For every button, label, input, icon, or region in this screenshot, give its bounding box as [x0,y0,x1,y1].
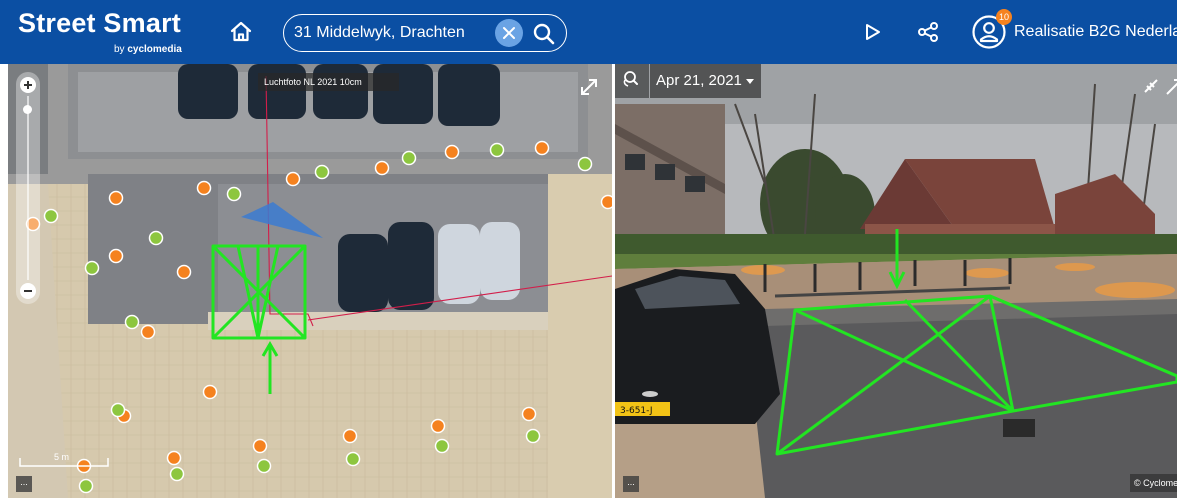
logo-title: Street Smart [18,8,181,38]
address-search [283,14,567,52]
license-plate-text: 3-651-J [620,406,653,416]
panorama-toolbar: Apr 21, 2021 [615,64,761,98]
clear-search-button[interactable] [495,19,523,47]
copyright-label: © Cyclomedia [1130,474,1177,492]
aerial-map-image [8,64,612,498]
panorama-image: 3-651-J [615,64,1177,498]
home-button[interactable] [228,19,254,45]
map-scale-bar: 5 m [18,452,110,472]
street-smart-logo[interactable]: Street Smart by cyclomedia [18,6,188,58]
nearby-search-button[interactable] [615,64,649,98]
notification-badge: 10 [996,9,1012,25]
recording-date: Apr 21, 2021 [656,72,742,89]
zoom-out-button[interactable] [20,283,36,299]
share-button[interactable] [916,20,940,44]
address-search-input[interactable] [294,21,484,45]
search-icon [533,23,555,45]
play-button[interactable] [860,20,884,44]
plus-icon [24,81,32,89]
logo-subtitle: by cyclomedia [114,44,182,55]
expand-icon [581,79,597,95]
map-more-button[interactable]: ... [16,476,32,492]
play-icon [866,24,880,40]
expand-icon [1166,79,1177,95]
zoom-track [27,96,29,280]
panorama-panel[interactable]: 3-651-J Apr 21, 2021 ... © Cyclome [615,64,1177,498]
search-button[interactable] [531,21,557,47]
header-bar: Street Smart by cyclomedia 31 Middelwyk,… [0,0,1177,64]
user-name: Realisatie B2G Nederla [1014,23,1177,40]
recording-date-dropdown[interactable]: Apr 21, 2021 [650,64,761,98]
measure-icon [1144,79,1158,93]
zoom-in-button[interactable] [20,77,36,93]
minus-icon [24,290,32,292]
logo-brand: cyclomedia [127,44,182,55]
chevron-down-icon [746,79,754,84]
measure-button[interactable] [1141,76,1161,96]
zoom-handle[interactable] [23,105,32,114]
close-icon [503,27,515,39]
aerial-map-panel[interactable]: Luchtfoto NL 2021 10cm 5 m ... [8,64,612,498]
share-icon [918,22,938,42]
map-layer-label: Luchtfoto NL 2021 10cm [258,73,399,91]
expand-panorama-button[interactable] [1163,76,1177,98]
home-icon [230,21,252,42]
panorama-more-button[interactable]: ... [623,476,639,492]
location-search-icon [623,71,638,87]
logo-by: by [114,44,128,55]
scale-label: 5 m [54,452,70,462]
street-smart-app: Street Smart by cyclomedia 31 Middelwyk,… [0,0,1177,498]
expand-map-button[interactable] [578,76,600,98]
